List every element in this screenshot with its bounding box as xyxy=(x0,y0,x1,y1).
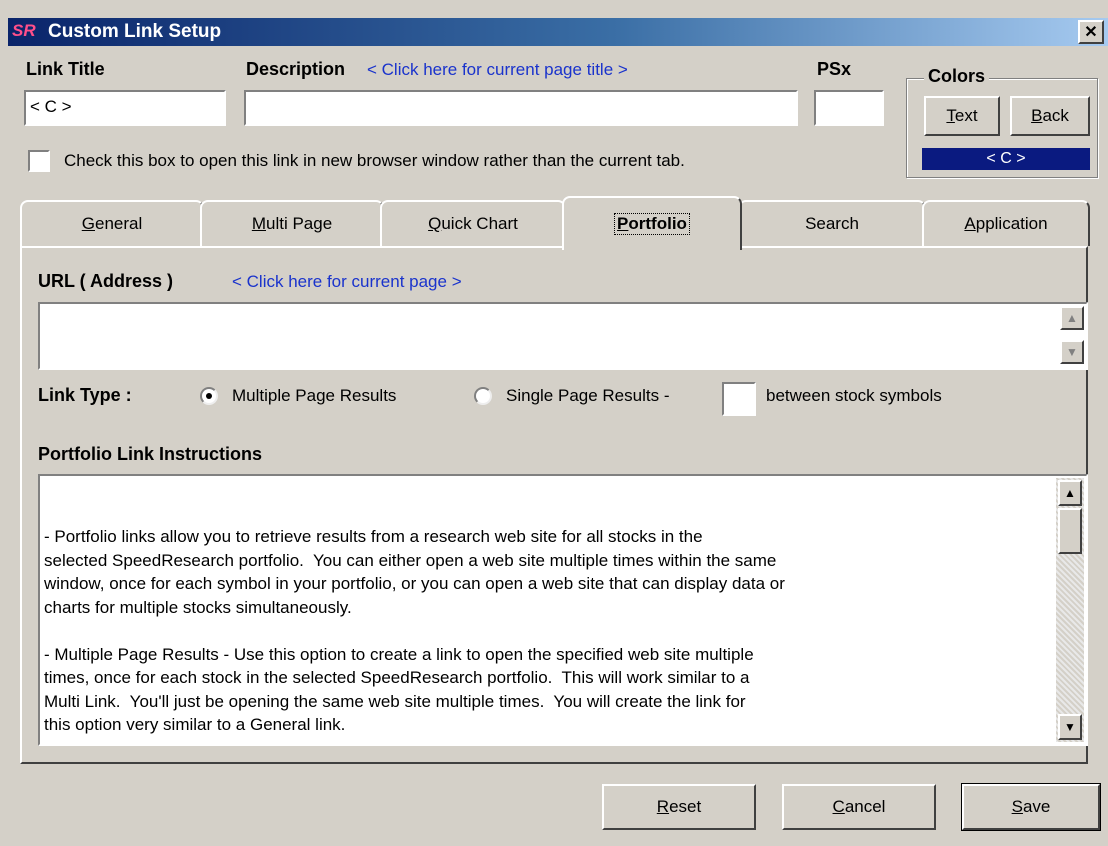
instructions-text: - Portfolio links allow you to retrieve … xyxy=(44,527,785,734)
tab-portfolio[interactable]: Portfolio xyxy=(562,196,742,250)
text-color-button[interactable]: Text xyxy=(924,96,1000,136)
psx-input[interactable] xyxy=(814,90,884,126)
radio-dot xyxy=(206,393,212,399)
color-preview: < C > xyxy=(922,148,1090,170)
app-icon: SR xyxy=(12,21,36,40)
arrow-up-icon: ▲ xyxy=(1064,486,1076,500)
url-textarea[interactable] xyxy=(38,302,1088,370)
multiple-page-radio[interactable] xyxy=(200,387,218,405)
description-label: Description xyxy=(246,59,346,79)
instructions-label: Portfolio Link Instructions xyxy=(38,444,262,464)
link-type-label: Link Type : xyxy=(38,385,132,405)
save-button-label: Save xyxy=(1011,797,1051,816)
tab-application[interactable]: Application xyxy=(922,200,1090,246)
url-scroll-up-button[interactable]: ▲ xyxy=(1060,306,1084,330)
multiple-page-label: Multiple Page Results xyxy=(232,386,397,405)
psx-label: PSx xyxy=(817,59,852,79)
close-button[interactable]: ✕ xyxy=(1078,20,1104,44)
tab-general-label: General xyxy=(81,214,143,233)
tab-quick-chart[interactable]: Quick Chart xyxy=(380,200,566,246)
arrow-up-icon: ▲ xyxy=(1066,311,1078,325)
single-page-radio[interactable] xyxy=(474,387,492,405)
link-title-value: < C > xyxy=(30,97,72,116)
arrow-down-icon: ▼ xyxy=(1064,720,1076,734)
link-title-label: Link Title xyxy=(26,59,105,79)
tab-multi-page-label: Multi Page xyxy=(251,214,333,233)
cancel-button[interactable]: Cancel xyxy=(782,784,936,830)
single-page-label: Single Page Results - xyxy=(506,386,670,405)
window-title: Custom Link Setup xyxy=(48,21,222,42)
close-icon: ✕ xyxy=(1084,24,1098,41)
url-scroll-down-button[interactable]: ▼ xyxy=(1060,340,1084,364)
cancel-button-label: Cancel xyxy=(832,797,886,816)
instructions-scroll-down-button[interactable]: ▼ xyxy=(1058,714,1082,740)
url-label: URL ( Address ) xyxy=(38,271,174,291)
back-color-button-label: Back xyxy=(1031,106,1069,125)
new-window-checkbox-label: Check this box to open this link in new … xyxy=(64,151,685,170)
arrow-down-icon: ▼ xyxy=(1066,345,1078,359)
description-input[interactable] xyxy=(244,90,798,126)
reset-button[interactable]: Reset xyxy=(602,784,756,830)
between-symbols-label: between stock symbols xyxy=(766,386,942,405)
colors-group-label: Colors xyxy=(924,66,990,87)
tab-application-label: Application xyxy=(964,214,1048,233)
new-window-checkbox[interactable] xyxy=(28,150,50,172)
current-page-url-link[interactable]: < Click here for current page > xyxy=(232,272,462,292)
back-color-button[interactable]: Back xyxy=(1010,96,1090,136)
color-preview-text: < C > xyxy=(986,150,1026,167)
instructions-scroll-thumb[interactable] xyxy=(1058,508,1082,554)
text-color-button-label: Text xyxy=(946,106,978,125)
tab-search-label: Search xyxy=(805,214,859,233)
tab-multi-page[interactable]: Multi Page xyxy=(200,200,384,246)
tab-portfolio-label: Portfolio xyxy=(614,213,690,235)
link-title-input[interactable]: < C > xyxy=(24,90,226,126)
instructions-scroll-up-button[interactable]: ▲ xyxy=(1058,480,1082,506)
separator-input[interactable] xyxy=(722,382,756,416)
reset-button-label: Reset xyxy=(656,797,702,816)
instructions-textarea[interactable]: - Portfolio links allow you to retrieve … xyxy=(38,474,1088,746)
tab-search[interactable]: Search xyxy=(738,200,926,246)
save-button[interactable]: Save xyxy=(961,783,1101,831)
tab-general[interactable]: General xyxy=(20,200,204,246)
current-page-title-link[interactable]: < Click here for current page title > xyxy=(367,60,628,80)
tab-quick-chart-label: Quick Chart xyxy=(428,214,518,233)
